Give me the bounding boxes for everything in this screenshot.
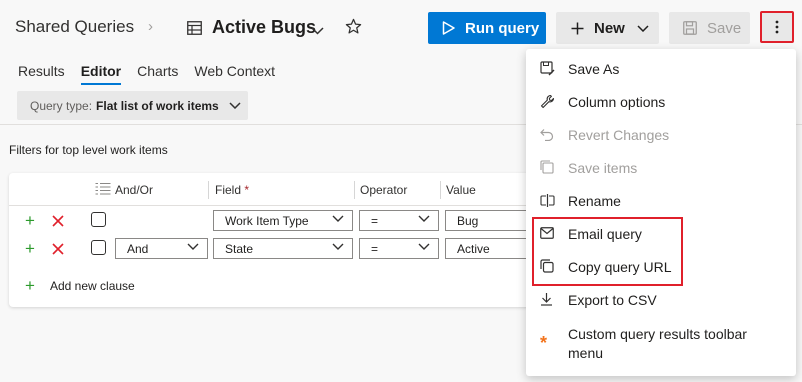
operator-select[interactable]: = — [359, 238, 439, 259]
value-input-text: Active — [457, 241, 490, 256]
column-header-operator: Operator — [360, 183, 408, 197]
add-clause-icon[interactable]: + — [25, 212, 35, 229]
new-label: New — [594, 19, 625, 37]
row-checkbox[interactable] — [91, 212, 106, 227]
save-items-icon — [540, 160, 554, 177]
operator-select-value: = — [371, 241, 379, 256]
column-header-value: Value — [446, 183, 476, 197]
required-asterisk: * — [244, 183, 250, 197]
query-table-icon — [187, 21, 202, 40]
menu-item-label: Export to CSV — [568, 292, 657, 308]
title-chevron-down-icon[interactable] — [311, 22, 324, 40]
operator-select-value: = — [371, 213, 379, 228]
save-button[interactable]: Save — [669, 12, 750, 44]
column-header-andor: And/Or — [115, 183, 154, 197]
highlight-box — [532, 217, 683, 286]
run-query-button[interactable]: Run query — [428, 12, 546, 44]
filters-label: Filters for top level work items — [9, 143, 168, 157]
play-icon — [442, 21, 455, 35]
tab-web-context[interactable]: Web Context — [194, 63, 275, 85]
menu-item-label: Revert Changes — [568, 127, 670, 143]
value-input[interactable]: Bug — [445, 210, 535, 231]
run-query-label: Run query — [465, 19, 540, 37]
header-divider — [9, 205, 569, 206]
asterisk-icon: * — [540, 333, 548, 353]
breadcrumb-shared-queries[interactable]: Shared Queries — [15, 17, 134, 37]
chevron-down-icon — [637, 24, 649, 32]
field-select-value: State — [225, 241, 254, 256]
chevron-down-icon — [229, 102, 241, 109]
chevron-down-icon — [187, 243, 199, 250]
tab-results[interactable]: Results — [18, 63, 65, 85]
query-type-prefix: Query type: — [30, 98, 93, 113]
add-new-clause-link[interactable]: Add new clause — [50, 279, 135, 293]
menu-item-label-line1: Custom query results toolbar — [568, 326, 747, 342]
menu-item-label: Column options — [568, 94, 666, 110]
menu-item-label: Rename — [568, 193, 621, 209]
field-select[interactable]: Work Item Type — [213, 210, 353, 231]
field-select[interactable]: State — [213, 238, 353, 259]
add-new-clause-icon[interactable]: + — [25, 277, 35, 294]
wrench-icon — [540, 94, 555, 112]
breadcrumb-separator: › — [148, 18, 153, 35]
add-clause-icon[interactable]: + — [25, 240, 35, 257]
rename-icon — [540, 193, 555, 211]
remove-clause-icon[interactable] — [52, 214, 64, 232]
more-actions-button[interactable] — [760, 11, 794, 43]
more-actions-menu: Save As Column options Revert Changes Sa… — [526, 49, 796, 376]
row-checkbox[interactable] — [91, 240, 106, 255]
query-type-value: Flat list of work items — [96, 98, 219, 113]
query-tabs: Results Editor Charts Web Context — [18, 63, 275, 85]
query-title: Active Bugs — [212, 17, 317, 37]
save-label: Save — [707, 19, 742, 37]
column-separator — [354, 181, 355, 199]
column-header-field-label: Field — [215, 183, 242, 197]
column-separator — [440, 181, 441, 199]
andor-select[interactable]: And — [115, 238, 208, 259]
more-vertical-icon — [775, 20, 779, 34]
favorite-star-icon[interactable] — [345, 18, 362, 40]
menu-item-label-line2: menu — [568, 345, 604, 361]
new-button[interactable]: New — [556, 12, 659, 44]
menu-item-label: Save As — [568, 61, 620, 77]
undo-icon — [540, 127, 554, 144]
andor-select-value: And — [127, 241, 149, 256]
save-as-icon — [540, 61, 555, 79]
column-separator — [208, 181, 209, 199]
download-icon — [540, 292, 553, 309]
value-input[interactable]: Active — [445, 238, 535, 259]
column-picker-icon[interactable] — [95, 182, 111, 200]
tab-editor[interactable]: Editor — [80, 63, 122, 85]
plus-icon — [571, 22, 584, 34]
column-header-field: Field * — [215, 183, 249, 197]
field-select-value: Work Item Type — [225, 213, 309, 228]
operator-select[interactable]: = — [359, 210, 439, 231]
chevron-down-icon — [418, 215, 430, 222]
menu-item-label: Save items — [568, 160, 638, 176]
tab-charts[interactable]: Charts — [137, 63, 178, 85]
chevron-down-icon — [332, 243, 344, 250]
chevron-down-icon — [418, 243, 430, 250]
chevron-down-icon — [332, 215, 344, 222]
query-type-dropdown[interactable]: Query type: Flat list of work items — [17, 91, 248, 120]
menu-item-label: Custom query results toolbar menu — [568, 325, 747, 363]
remove-clause-icon[interactable] — [52, 242, 64, 260]
save-icon — [683, 21, 697, 35]
value-input-text: Bug — [457, 213, 479, 228]
